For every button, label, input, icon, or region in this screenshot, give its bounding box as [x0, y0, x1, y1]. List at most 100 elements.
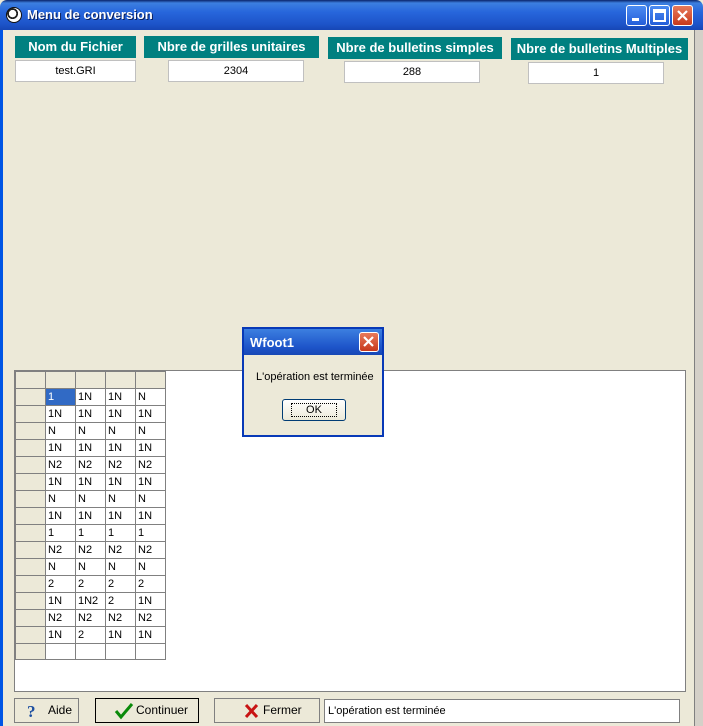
- grid-row-header[interactable]: [15, 405, 46, 423]
- grid-cell[interactable]: 2: [105, 575, 136, 593]
- grid-cell[interactable]: N2: [105, 541, 136, 559]
- grid-row-header[interactable]: [15, 626, 46, 644]
- grid-cell[interactable]: 1N: [75, 388, 106, 406]
- grid-cell[interactable]: 1N: [75, 439, 106, 457]
- grid-cell[interactable]: N: [105, 558, 136, 576]
- grid-row-header[interactable]: [15, 439, 46, 457]
- grid-cell[interactable]: 1N: [45, 405, 76, 423]
- grid-cell[interactable]: N: [105, 422, 136, 440]
- grid-cell[interactable]: 1N: [75, 507, 106, 525]
- grid-cell[interactable]: 1N: [105, 388, 136, 406]
- grid-cell[interactable]: [135, 643, 166, 660]
- grid-cell[interactable]: 2: [75, 626, 106, 644]
- close-button[interactable]: Fermer: [214, 698, 320, 723]
- grid-cell[interactable]: N: [75, 422, 106, 440]
- grid-cell[interactable]: [45, 643, 76, 660]
- grid-column-header[interactable]: [45, 371, 76, 389]
- grid-cell[interactable]: 1N: [105, 473, 136, 491]
- grid-row-header[interactable]: [15, 609, 46, 627]
- table-row[interactable]: [15, 643, 166, 660]
- table-row[interactable]: N2 N2 N2 N2: [15, 541, 166, 559]
- grid-cell[interactable]: 1N: [45, 439, 76, 457]
- grid-cell[interactable]: [75, 643, 106, 660]
- grid-cell[interactable]: 2: [135, 575, 166, 593]
- grid-cell[interactable]: 1N: [105, 507, 136, 525]
- grid-cell[interactable]: N: [75, 490, 106, 508]
- table-row[interactable]: 1N 2 1N 1N: [15, 626, 166, 644]
- grid-column-header[interactable]: [75, 371, 106, 389]
- table-row[interactable]: N2 N2 N2 N2: [15, 456, 166, 474]
- table-row[interactable]: NNNN: [15, 422, 166, 440]
- maximize-button[interactable]: [649, 5, 670, 26]
- grid-row-header[interactable]: [15, 592, 46, 610]
- table-row[interactable]: 1N 1N 1N 1N: [15, 405, 166, 423]
- data-grid[interactable]: 1 1N 1N N 1N 1N 1N 1N N N N N 1N 1N 1N 1N N2 N2 N2 N2 1N 1N 1N…: [15, 371, 166, 660]
- grid-cell[interactable]: N: [45, 558, 76, 576]
- grid-cell[interactable]: 1: [105, 524, 136, 542]
- dialog-close-button[interactable]: [359, 332, 379, 352]
- continue-button[interactable]: Continuer: [95, 698, 199, 723]
- ok-button[interactable]: OK: [282, 399, 346, 421]
- grid-cell[interactable]: 1N: [105, 626, 136, 644]
- table-row[interactable]: 1N 1N 1N 1N: [15, 439, 166, 457]
- grid-cell[interactable]: 1N: [45, 592, 76, 610]
- grid-cell[interactable]: N2: [45, 456, 76, 474]
- grid-cell[interactable]: 2: [75, 575, 106, 593]
- grid-row-header[interactable]: [15, 456, 46, 474]
- grid-cell[interactable]: 1N: [75, 405, 106, 423]
- table-row[interactable]: 2222: [15, 575, 166, 593]
- grid-column-header[interactable]: [135, 371, 166, 389]
- grid-cell[interactable]: N2: [75, 456, 106, 474]
- grid-column-header[interactable]: [105, 371, 136, 389]
- table-row[interactable]: 1N 1N 1N 1N: [15, 473, 166, 491]
- grid-cell[interactable]: N2: [135, 609, 166, 627]
- grid-cell[interactable]: 1N: [45, 507, 76, 525]
- table-row[interactable]: NNNN: [15, 558, 166, 576]
- minimize-button[interactable]: [626, 5, 647, 26]
- grid-cell[interactable]: 1N: [105, 439, 136, 457]
- grid-row-header[interactable]: [15, 558, 46, 576]
- grid-cell[interactable]: 1N: [75, 473, 106, 491]
- grid-cell[interactable]: 1: [75, 524, 106, 542]
- grid-cell[interactable]: N: [135, 422, 166, 440]
- grid-cell[interactable]: 1: [45, 524, 76, 542]
- table-row[interactable]: 1 1N 1N N: [15, 388, 166, 406]
- grid-cell[interactable]: N2: [135, 456, 166, 474]
- grid-cell[interactable]: 1N: [105, 405, 136, 423]
- grid-cell[interactable]: N2: [75, 609, 106, 627]
- grid-row-header[interactable]: [15, 388, 46, 406]
- grid-cell[interactable]: 1N: [45, 626, 76, 644]
- grid-cell[interactable]: N2: [135, 541, 166, 559]
- grid-cell[interactable]: 1N: [135, 439, 166, 457]
- grid-cell[interactable]: [105, 643, 136, 660]
- grid-cell[interactable]: N: [105, 490, 136, 508]
- grid-cell[interactable]: 1N: [135, 473, 166, 491]
- table-row[interactable]: NNNN: [15, 490, 166, 508]
- grid-cell[interactable]: 1: [45, 388, 76, 406]
- table-row[interactable]: 1N 1N2 2 1N: [15, 592, 166, 610]
- grid-cell[interactable]: N2: [45, 541, 76, 559]
- grid-cell[interactable]: N: [135, 388, 166, 406]
- grid-row-header[interactable]: [15, 541, 46, 559]
- close-window-button[interactable]: [672, 5, 693, 26]
- grid-cell[interactable]: 1N2: [75, 592, 106, 610]
- table-row[interactable]: 1N 1N 1N 1N: [15, 507, 166, 525]
- grid-cell[interactable]: N: [75, 558, 106, 576]
- help-button[interactable]: ? Aide: [14, 698, 79, 723]
- grid-cell[interactable]: N: [45, 490, 76, 508]
- grid-cell[interactable]: 1N: [45, 473, 76, 491]
- grid-cell[interactable]: N2: [105, 456, 136, 474]
- grid-cell[interactable]: 2: [105, 592, 136, 610]
- grid-cell[interactable]: N2: [45, 609, 76, 627]
- table-row[interactable]: N2 N2 N2 N2: [15, 609, 166, 627]
- grid-cell[interactable]: N2: [75, 541, 106, 559]
- grid-cell[interactable]: 1N: [135, 405, 166, 423]
- table-row[interactable]: 1111: [15, 524, 166, 542]
- grid-cell[interactable]: 1: [135, 524, 166, 542]
- grid-row-header[interactable]: [15, 643, 46, 660]
- grid-cell[interactable]: 1N: [135, 507, 166, 525]
- grid-row-header[interactable]: [15, 575, 46, 593]
- grid-row-header[interactable]: [15, 524, 46, 542]
- grid-cell[interactable]: N: [135, 490, 166, 508]
- grid-row-header[interactable]: [15, 490, 46, 508]
